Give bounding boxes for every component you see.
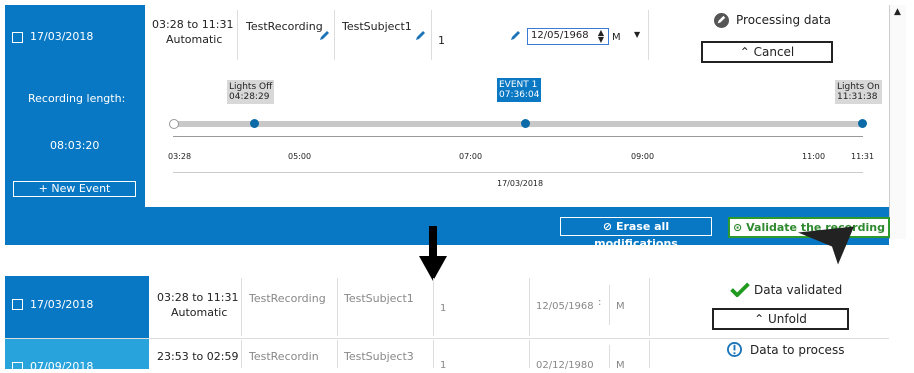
spin-icon: :	[598, 297, 602, 308]
divider	[334, 10, 335, 60]
sex: M	[616, 301, 625, 312]
time-range: 03:28 to 11:31	[152, 18, 234, 31]
row-checkbox[interactable]	[12, 32, 23, 43]
divider	[433, 340, 434, 368]
checkmark-icon	[730, 282, 750, 297]
event-label-event-1[interactable]: EVENT 1 07:36:04	[497, 78, 542, 102]
divider	[648, 10, 649, 60]
divider	[337, 340, 338, 368]
divider	[529, 340, 530, 368]
time-range: 23:53 to 02:59	[157, 350, 239, 363]
count: 1	[438, 34, 445, 47]
row-date: 07/09/2018	[30, 360, 94, 373]
event-marker-event-1[interactable]	[521, 119, 530, 128]
recording-length-label: Recording length:	[28, 92, 126, 105]
divider	[649, 278, 650, 336]
divider	[241, 340, 242, 368]
tick-label: 11:00	[802, 152, 826, 161]
timeline-start-handle[interactable]	[169, 119, 179, 129]
chevron-up-icon: ⌃	[739, 45, 750, 59]
recording-name: TestRecording	[246, 20, 323, 33]
recording-name: TestRecording	[249, 292, 326, 305]
new-event-button[interactable]: + New Event	[13, 181, 136, 197]
info-icon	[727, 342, 742, 357]
event-label-lights-on[interactable]: Lights On 11:31:38	[835, 80, 882, 104]
event-label-lights-off[interactable]: Lights Off 04:28:29	[227, 80, 275, 104]
spin-icon[interactable]: ▲ ▼	[598, 29, 604, 44]
sex-value: M	[612, 32, 621, 43]
row-checkbox[interactable]	[12, 299, 23, 310]
chevron-down-icon: ▼	[634, 30, 641, 39]
timeline-date: 17/03/2018	[497, 179, 544, 188]
divider	[241, 278, 242, 336]
check-icon: ⊙	[733, 221, 743, 234]
status-text: Processing data	[736, 13, 831, 27]
divider	[431, 10, 432, 60]
row-date: 17/03/2018	[30, 298, 94, 311]
tick-label: 07:00	[459, 152, 483, 161]
divider	[609, 345, 610, 368]
divider	[237, 10, 238, 60]
axis-ticks	[173, 136, 863, 138]
timeline-track[interactable]	[173, 121, 861, 127]
divider	[433, 278, 434, 336]
tick-label: 09:00	[631, 152, 655, 161]
unfold-button[interactable]: ⌃ Unfold	[712, 308, 849, 330]
subject-name: TestSubject1	[344, 292, 414, 305]
down-arrow-icon	[419, 226, 447, 281]
status-text: Data to process	[750, 343, 845, 357]
birthdate-value: 12/05/1968	[531, 30, 589, 41]
tick-label: 03:28	[168, 152, 192, 161]
divider	[529, 278, 530, 336]
recording-name: TestRecordin	[249, 350, 319, 363]
subject-name: TestSubject1	[342, 20, 412, 33]
date-axis-line	[173, 172, 863, 173]
birthdate-input[interactable]: 12/05/1968 ▲ ▼	[527, 28, 609, 45]
mode: Automatic	[166, 33, 223, 46]
divider	[609, 285, 610, 325]
event-marker-lights-off[interactable]	[250, 119, 259, 128]
divider	[337, 278, 338, 336]
subject-name: TestSubject3	[344, 350, 414, 363]
erase-icon: ⊘	[602, 220, 613, 233]
erase-button[interactable]: ⊘ Erase all modifications	[560, 217, 712, 250]
cancel-button[interactable]: ⌃ Cancel	[701, 41, 833, 63]
row-checkbox[interactable]	[12, 362, 23, 373]
chevron-up-icon: ⌃	[754, 312, 765, 326]
status-text: Data validated	[754, 283, 843, 297]
cursor-arrow-icon	[798, 226, 854, 265]
processing-icon	[714, 13, 729, 28]
edit-birthdate-pencil-icon[interactable]	[509, 30, 521, 42]
edit-subject-pencil-icon[interactable]	[414, 30, 426, 42]
recording-length-value: 08:03:20	[50, 139, 100, 152]
mode: Automatic	[171, 306, 228, 319]
edit-recording-pencil-icon[interactable]	[318, 30, 330, 42]
divider	[649, 340, 650, 368]
tick-label: 11:31	[851, 152, 875, 161]
tick-label: 05:00	[288, 152, 312, 161]
row-date: 17/03/2018	[30, 30, 94, 43]
scrollbar[interactable]: ▲	[889, 5, 906, 239]
sex-select[interactable]: M ▼	[612, 30, 644, 44]
time-range: 03:28 to 11:31	[157, 291, 239, 304]
scroll-up-icon[interactable]: ▲	[894, 7, 901, 17]
birthdate: 12/05/1968	[536, 301, 594, 312]
count: 1	[440, 303, 447, 314]
event-marker-lights-on[interactable]	[858, 119, 867, 128]
